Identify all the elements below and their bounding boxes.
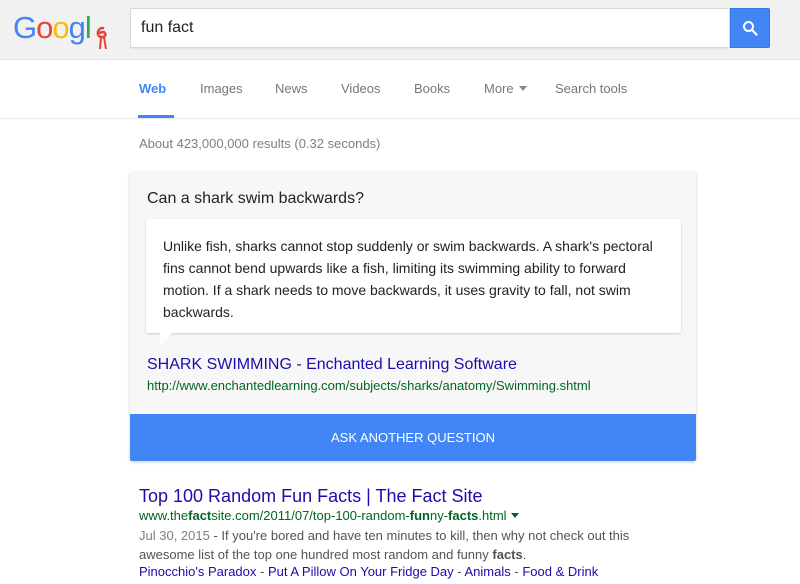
tab-news[interactable]: News [275,81,308,96]
search-input[interactable] [131,9,729,47]
result-snippet: Jul 30, 2015 - If you're bored and have … [139,528,630,562]
tab-more-label: More [484,81,514,96]
sitelink-food-drink[interactable]: Food & Drink [522,564,598,579]
active-tab-indicator [138,115,174,118]
header-bar: Googl [0,0,800,60]
tab-web[interactable]: Web [139,81,166,96]
search-icon [743,21,758,36]
tab-images[interactable]: Images [200,81,243,96]
chevron-down-icon [518,86,527,91]
google-logo[interactable]: Googl [13,10,115,50]
tab-books[interactable]: Books [414,81,450,96]
tab-more[interactable]: More [484,81,527,96]
sitelink-animals[interactable]: Animals [465,564,511,579]
doodle-e-icon [96,26,107,50]
result-sitelinks: Pinocchio's Paradox - Put A Pillow On Yo… [139,564,599,579]
answer-source-link[interactable]: SHARK SWIMMING - Enchanted Learning Soft… [147,356,517,374]
result-url: www.thefactsite.com/2011/07/top-100-rand… [139,508,519,523]
search-tabs: Web Images News Videos Books More Search… [0,60,800,119]
result-title-link[interactable]: Top 100 Random Fun Facts | The Fact Site [139,486,483,507]
google-logo-text: Googl [13,10,92,45]
sitelink-pillow-fridge-day[interactable]: Put A Pillow On Your Fridge Day [268,564,454,579]
search-box[interactable] [130,8,730,48]
sitelink-pinocchios-paradox[interactable]: Pinocchio's Paradox [139,564,256,579]
result-stats: About 423,000,000 results (0.32 seconds) [139,136,381,151]
search-button[interactable] [730,8,770,48]
tab-search-tools[interactable]: Search tools [555,81,627,96]
bubble-tail [160,333,172,345]
answer-source-url: http://www.enchantedlearning.com/subject… [147,378,591,393]
tab-videos[interactable]: Videos [341,81,381,96]
answer-question: Can a shark swim backwards? [147,190,364,207]
answer-text: Unlike fish, sharks cannot stop suddenly… [163,238,653,320]
answer-bubble: Unlike fish, sharks cannot stop suddenly… [146,219,681,333]
answer-card: Can a shark swim backwards? Unlike fish,… [130,172,696,461]
ask-another-question-button[interactable]: ASK ANOTHER QUESTION [130,414,696,461]
url-menu-caret-icon[interactable] [510,513,519,518]
result-date: Jul 30, 2015 [139,528,210,543]
